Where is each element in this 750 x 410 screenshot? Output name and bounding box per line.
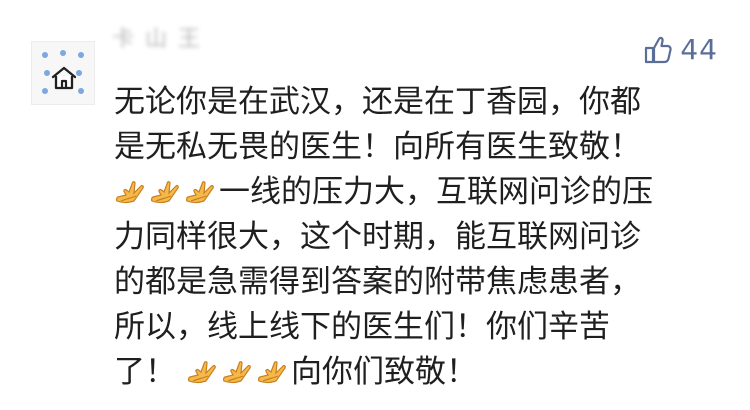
avatar-dot [78,52,84,58]
comment-line-text: 力同样很大，这个时期，能互联网问诊 [114,219,641,255]
folded-hands-icon [149,177,181,209]
comment-text: 无论你是在武汉，还是在丁香园，你都 是无私无畏的医生！向所有医生致敬！ 一线的压… [114,80,726,395]
comment-card: 卡 山 王 44 无论你是在武汉，还是在丁香园，你都 是无私无畏的医生！向所有医… [0,0,750,410]
comment-line: 无论你是在武汉，还是在丁香园，你都 [114,80,726,125]
comment-line-text: 所以，线上线下的医生们！你们辛苦 [114,309,610,345]
folded-hands-icon [256,357,288,389]
comment-line: 的都是急需得到答案的附带焦虑患者， [114,260,726,305]
username[interactable]: 卡 山 王 [112,26,202,54]
comment-line-after-emoji: 向你们致敬！ [291,354,477,390]
folded-hands-icon [186,357,218,389]
comment-line-with-emoji: 了！ 向你们致敬！ [114,350,726,395]
comment-line-text: 无论你是在武汉，还是在丁香园，你都 [114,84,641,120]
folded-hands-icon [114,177,146,209]
like-count: 44 [680,33,718,66]
avatar-dot [42,52,48,58]
avatar-dot [78,88,84,94]
avatar[interactable] [31,41,95,105]
comment-line: 力同样很大，这个时期，能互联网问诊 [114,215,726,260]
thumbs-up-icon [645,36,673,64]
avatar-dot [42,88,48,94]
comment-line-with-emoji: 一线的压力大，互联网问诊的压 [114,170,726,215]
like-button[interactable]: 44 [642,34,718,66]
comment-line-text: 是无私无畏的医生！向所有医生致敬！ [114,129,641,165]
comment-line-text: 了！ [114,354,176,390]
house-avatar-icon [51,66,77,90]
comment-line-text: 的都是急需得到答案的附带焦虑患者， [114,264,641,300]
folded-hands-icon [221,357,253,389]
folded-hands-icon [184,177,216,209]
comment-line-text: 一线的压力大，互联网问诊的压 [219,174,653,210]
avatar-dot [60,50,66,56]
comment-line: 所以，线上线下的医生们！你们辛苦 [114,305,726,350]
comment-line: 是无私无畏的医生！向所有医生致敬！ [114,125,726,170]
